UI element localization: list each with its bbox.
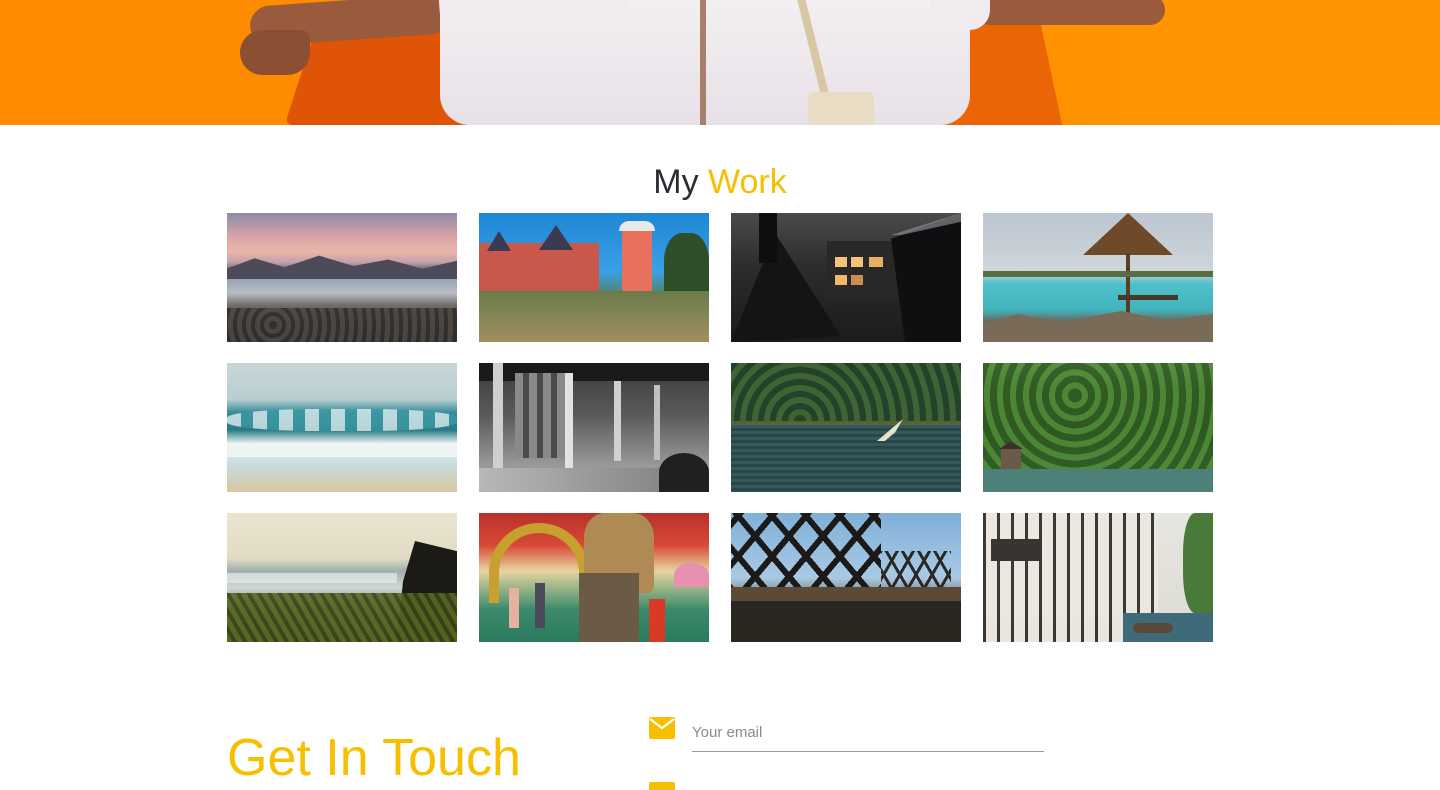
gallery-photo-truss-bridge[interactable] [731,513,961,642]
email-field[interactable] [692,713,1044,752]
gallery-photo-ocean-waves[interactable] [227,363,457,492]
gallery-photo-beach-umbrella[interactable] [983,213,1213,342]
gallery-photo-castle[interactable] [479,213,709,342]
gallery-photo-coastal-rocks[interactable] [227,513,457,642]
gallery-photo-lake-bird[interactable] [731,363,961,492]
work-gallery [227,213,1213,642]
heading-word-my: My [653,163,699,201]
gallery-photo-beach-sunset[interactable] [227,213,457,342]
mail-icon [649,717,675,739]
hero-banner-image [0,0,1440,125]
gallery-photo-boathouse[interactable] [983,363,1213,492]
get-in-touch-heading: Get In Touch [227,729,521,787]
message-icon [649,782,675,790]
heading-word-work: Work [708,163,787,201]
gallery-photo-temple-gate[interactable] [479,513,709,642]
my-work-heading: My Work [0,160,1440,204]
gallery-photo-colonnade[interactable] [479,363,709,492]
gallery-photo-tudor-canal[interactable] [983,513,1213,642]
gallery-photo-night-house[interactable] [731,213,961,342]
